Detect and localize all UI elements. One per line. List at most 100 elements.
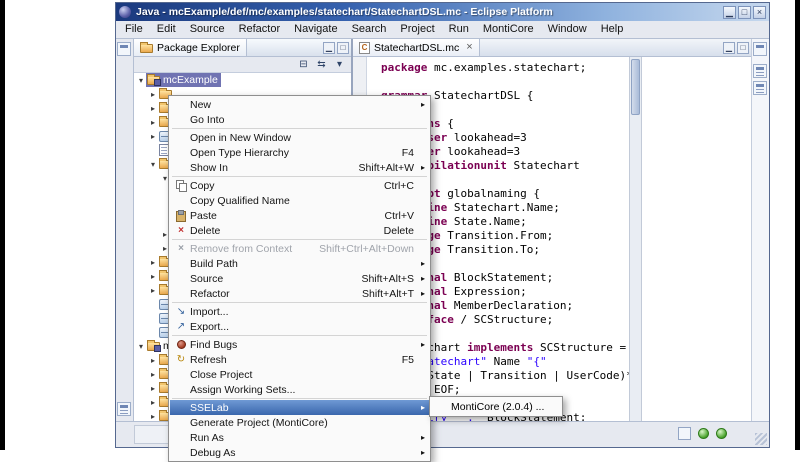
import-icon: ↘ xyxy=(177,306,185,317)
scrollbar-thumb[interactable] xyxy=(631,59,640,115)
editor-tab-label: StatechartDSL.mc xyxy=(374,42,459,54)
remove-icon: × xyxy=(178,243,184,254)
menu-source[interactable]: Source xyxy=(183,21,232,38)
tab-statechartdsl[interactable]: C StatechartDSL.mc × xyxy=(353,39,480,56)
menu-monticore[interactable]: MontiCore xyxy=(476,21,541,38)
tab-package-explorer[interactable]: Package Explorer xyxy=(134,39,247,56)
outline-view-icon[interactable] xyxy=(753,81,767,95)
minimize-editor-button[interactable]: ▁ xyxy=(723,42,735,54)
menu-item-source[interactable]: SourceShift+Alt+S▸ xyxy=(170,271,429,286)
tree-collapsed-arrow-icon[interactable]: ▸ xyxy=(148,132,158,141)
view-menu-icon[interactable]: ▾ xyxy=(333,59,346,71)
tree-collapsed-arrow-icon[interactable]: ▸ xyxy=(148,272,158,281)
submenu-item-monticore[interactable]: MontiCore (2.0.4) ... xyxy=(431,399,561,414)
menu-file[interactable]: File xyxy=(118,21,150,38)
menu-item-generate-project-monticore[interactable]: Generate Project (MontiCore) xyxy=(170,415,429,430)
menu-edit[interactable]: Edit xyxy=(150,21,183,38)
java-perspective-icon[interactable] xyxy=(117,42,131,56)
editor-vertical-scrollbar[interactable] xyxy=(629,57,642,421)
menu-item-delete[interactable]: ×DeleteDelete xyxy=(170,223,429,238)
refresh-icon: ↻ xyxy=(172,354,190,365)
menu-item-paste[interactable]: PasteCtrl+V xyxy=(170,208,429,223)
menu-window[interactable]: Window xyxy=(541,21,594,38)
menu-item-build-path[interactable]: Build Path▸ xyxy=(170,256,429,271)
menu-item-show-in[interactable]: Show InShift+Alt+W▸ xyxy=(170,160,429,175)
menu-item-label: Copy xyxy=(190,180,370,192)
tree-expanded-arrow-icon[interactable]: ▾ xyxy=(136,76,146,85)
menu-item-shortcut: Delete xyxy=(384,225,414,237)
close-button[interactable]: × xyxy=(753,6,766,19)
close-tab-icon[interactable]: × xyxy=(466,42,472,53)
tree-collapsed-arrow-icon[interactable]: ▸ xyxy=(148,398,158,407)
menu-item-label: Go Into xyxy=(190,114,414,126)
tree-collapsed-arrow-icon[interactable]: ▸ xyxy=(148,118,158,127)
left-fast-view-bar xyxy=(116,39,134,421)
menu-item-open-in-new-window[interactable]: Open in New Window xyxy=(170,130,429,145)
minimize-button[interactable]: ▁ xyxy=(723,6,736,19)
tree-expanded-arrow-icon[interactable]: ▾ xyxy=(148,160,158,169)
menu-item-assign-working-sets[interactable]: Assign Working Sets... xyxy=(170,382,429,397)
resize-grip[interactable] xyxy=(755,433,767,445)
tree-collapsed-arrow-icon[interactable]: ▸ xyxy=(148,384,158,393)
tree-collapsed-arrow-icon[interactable]: ▸ xyxy=(148,104,158,113)
menu-run[interactable]: Run xyxy=(442,21,476,38)
menu-item-new[interactable]: New▸ xyxy=(170,97,429,112)
menu-item-refresh[interactable]: ↻RefreshF5 xyxy=(170,352,429,367)
collapse-all-icon[interactable]: ⊟ xyxy=(297,59,310,71)
menu-item-copy-qualified-name[interactable]: Copy Qualified Name xyxy=(170,193,429,208)
menu-item-go-into[interactable]: Go Into xyxy=(170,112,429,127)
link-with-editor-icon[interactable]: ⇆ xyxy=(315,59,328,71)
menu-item-open-type-hierarchy[interactable]: Open Type Hierarchy F4 xyxy=(170,145,429,160)
tree-row[interactable]: ▾mcExample xyxy=(134,73,351,87)
menu-search[interactable]: Search xyxy=(345,21,394,38)
tree-collapsed-arrow-icon[interactable]: ▸ xyxy=(148,356,158,365)
submenu-arrow-icon: ▸ xyxy=(414,433,425,442)
tree-collapsed-arrow-icon[interactable]: ▸ xyxy=(148,412,158,421)
submenu-arrow-icon: ▸ xyxy=(414,448,425,457)
tree-collapsed-arrow-icon[interactable]: ▸ xyxy=(148,370,158,379)
menu-item-export[interactable]: ↗Export... xyxy=(170,319,429,334)
menu-item-import[interactable]: ↘Import... xyxy=(170,304,429,319)
menu-item-label: Assign Working Sets... xyxy=(190,384,414,396)
maximize-button[interactable]: □ xyxy=(738,6,751,19)
window-title: Java - mcExample/def/mc/examples/statech… xyxy=(136,6,721,18)
menu-item-label: Open Type Hierarchy xyxy=(190,147,388,159)
menu-item-run-as[interactable]: Run As▸ xyxy=(170,430,429,445)
sync-status-icon[interactable] xyxy=(716,428,727,439)
menu-item-shortcut: Shift+Alt+S xyxy=(361,273,414,285)
maximize-editor-button[interactable]: □ xyxy=(737,42,749,54)
minimized-view-icon[interactable] xyxy=(753,64,767,78)
menu-separator xyxy=(172,176,427,177)
menu-item-shortcut: F4 xyxy=(402,147,414,159)
menu-navigate[interactable]: Navigate xyxy=(287,21,344,38)
tree-collapsed-arrow-icon[interactable]: ▸ xyxy=(148,286,158,295)
menu-item-refactor[interactable]: RefactorShift+Alt+T▸ xyxy=(170,286,429,301)
menu-project[interactable]: Project xyxy=(393,21,441,38)
submenu-arrow-icon: ▸ xyxy=(414,163,425,172)
tree-item[interactable]: mcExample xyxy=(146,73,221,87)
menu-item-sselab[interactable]: SSELab▸ xyxy=(170,400,429,415)
restore-view-icon[interactable] xyxy=(753,42,767,56)
copy-icon xyxy=(172,180,190,191)
maximize-view-button[interactable]: □ xyxy=(337,42,349,54)
menu-separator xyxy=(172,398,427,399)
menu-refactor[interactable]: Refactor xyxy=(232,21,288,38)
menu-separator xyxy=(172,239,427,240)
menu-item-find-bugs[interactable]: Find Bugs▸ xyxy=(170,337,429,352)
export-icon: ↗ xyxy=(172,321,190,332)
minimize-view-button[interactable]: ▁ xyxy=(323,42,335,54)
tree-collapsed-arrow-icon[interactable]: ▸ xyxy=(148,90,158,99)
menu-item-copy[interactable]: Copy Ctrl+C xyxy=(170,178,429,193)
tree-collapsed-arrow-icon[interactable]: ▸ xyxy=(148,258,158,267)
menu-item-debug-as[interactable]: Debug As▸ xyxy=(170,445,429,460)
build-status-icon[interactable] xyxy=(698,428,709,439)
title-bar[interactable]: Java - mcExample/def/mc/examples/statech… xyxy=(116,3,769,21)
paste-icon xyxy=(172,210,190,221)
menu-item-close-project[interactable]: Close Project xyxy=(170,367,429,382)
menu-item-shortcut: Ctrl+C xyxy=(384,180,414,192)
menu-item-label: New xyxy=(190,99,414,111)
tree-expanded-arrow-icon[interactable]: ▾ xyxy=(136,342,146,351)
fast-view-icon[interactable] xyxy=(117,402,131,416)
menu-help[interactable]: Help xyxy=(594,21,631,38)
task-status-icon[interactable] xyxy=(678,427,691,440)
